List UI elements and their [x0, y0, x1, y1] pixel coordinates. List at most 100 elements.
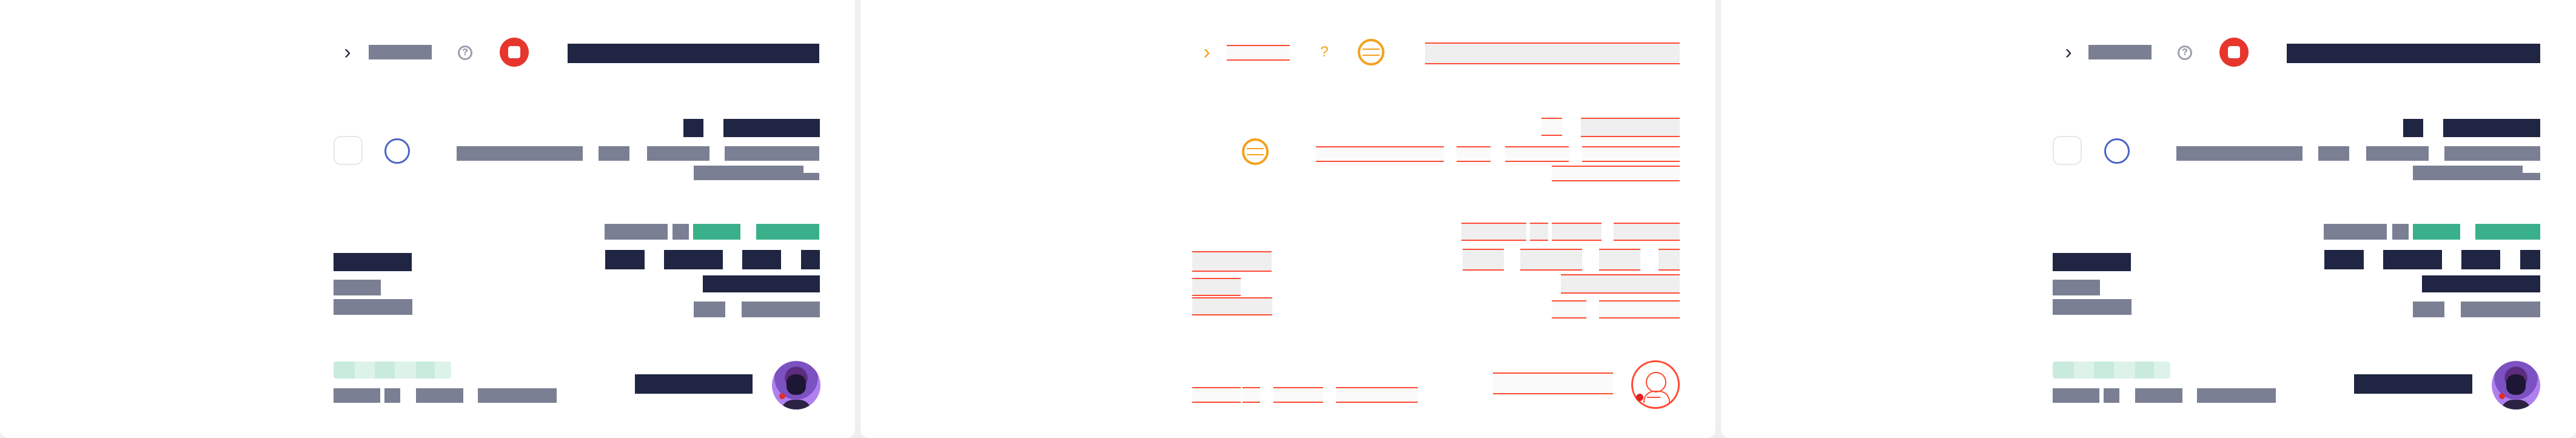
avatar[interactable]: [772, 361, 820, 409]
radio-button[interactable]: [2104, 138, 2130, 164]
stat-block-4: [801, 250, 820, 269]
footer-text-1: [2053, 388, 2099, 403]
footer-text-4: [478, 388, 557, 403]
stop-button[interactable]: [2219, 38, 2249, 67]
meta-outline-4: [1582, 146, 1680, 162]
breadcrumb-outline: [1227, 45, 1290, 61]
meta-text-6: [2413, 173, 2540, 180]
help-icon[interactable]: ?: [2178, 45, 2192, 60]
stat-outline-1: [1463, 249, 1504, 271]
status-dot: [2499, 393, 2505, 399]
left-label-1: [334, 253, 412, 271]
footer-outline-2: [1243, 387, 1260, 403]
stat-block-3: [742, 250, 781, 269]
footer-outline-4: [1336, 387, 1418, 403]
middle-panel: › ?: [860, 0, 1716, 438]
breadcrumb-label-placeholder: [369, 45, 432, 59]
meta-text-2: [599, 146, 629, 161]
meta-text-1: [457, 146, 583, 161]
tag-green-2: [2475, 224, 2540, 240]
meta-outline-3: [1505, 146, 1569, 162]
left-label-3: [2053, 299, 2132, 315]
help-icon[interactable]: ?: [1318, 44, 1330, 61]
stat-outline-3: [1599, 249, 1640, 271]
avatar-status: [2499, 393, 2507, 399]
left-label-1: [2053, 253, 2131, 271]
tag-gray-1: [2324, 224, 2387, 240]
stat-block-3: [2461, 250, 2500, 269]
tag-gray-2: [2392, 224, 2409, 240]
avatar[interactable]: [2492, 361, 2540, 409]
header-block-small: [2403, 119, 2423, 137]
tag-outline-3: [1552, 223, 1602, 241]
header-block-small: [683, 119, 703, 137]
meta-text-6: [694, 173, 819, 180]
status-line: [1647, 397, 1660, 398]
header-title-placeholder: [568, 44, 819, 63]
stat-block-2: [664, 250, 723, 269]
tag-outline-1: [1461, 223, 1526, 241]
stat-block-1: [605, 250, 645, 269]
chevron-right-icon[interactable]: ›: [1200, 42, 1213, 62]
meta-outline-1: [1316, 146, 1444, 162]
footer-action-bar: [2354, 374, 2472, 394]
tag-gray-1: [605, 224, 668, 240]
meta-text-3: [2366, 146, 2429, 161]
avatar-status: [779, 393, 788, 399]
tag-green-2: [756, 224, 819, 240]
status-pill: [334, 362, 451, 379]
footer-text-3: [416, 388, 463, 403]
footer-outline-3: [1273, 387, 1323, 403]
right-panel: › ?: [1721, 0, 2576, 438]
checkbox[interactable]: [2053, 136, 2082, 165]
footer-action-outline: [1493, 372, 1613, 394]
header-title-placeholder: [2287, 44, 2540, 63]
footer-text-1: [334, 388, 380, 403]
meta-text-4: [725, 146, 819, 161]
avatar[interactable]: [1631, 360, 1680, 409]
meta-outline-2: [1457, 146, 1491, 162]
stat-block-2: [2383, 250, 2442, 269]
header-block-large: [2443, 119, 2540, 137]
small-gray-outline-2: [1599, 300, 1680, 318]
status-dot: [1636, 394, 1643, 401]
left-label-outline-3: [1192, 297, 1272, 315]
meta-text-2: [2318, 146, 2349, 161]
radio-button[interactable]: [384, 138, 410, 164]
footer-text-3: [2135, 388, 2182, 403]
footer-text-2: [384, 388, 400, 403]
stat-block-4: [2520, 250, 2540, 269]
footer-text-4: [2197, 388, 2276, 403]
meta-text-1: [2176, 146, 2303, 161]
checkbox[interactable]: [334, 136, 363, 165]
chevron-right-icon[interactable]: ›: [340, 42, 355, 62]
footer-outline-1: [1192, 387, 1241, 403]
left-panel: › ?: [0, 0, 855, 438]
stat-outline-4: [1659, 249, 1680, 271]
left-label-3: [334, 299, 412, 315]
stop-icon: [2228, 46, 2240, 58]
help-icon[interactable]: ?: [458, 45, 472, 60]
tag-outline-2: [1530, 223, 1548, 241]
tag-outline-4: [1614, 223, 1680, 241]
tag-green-1: [693, 224, 740, 240]
stop-button[interactable]: [500, 38, 529, 67]
stop-icon[interactable]: [1358, 39, 1384, 66]
left-label-2: [2053, 280, 2100, 295]
left-label-2: [334, 280, 381, 295]
left-label-outline-1: [1192, 251, 1272, 272]
avatar-status: [1636, 394, 1664, 401]
stat-summary-outline: [1561, 274, 1680, 294]
status-dot: [779, 393, 785, 399]
status-pill: [2053, 362, 2170, 379]
meta-outline-5: [1552, 166, 1680, 181]
meta-text-4: [2444, 146, 2540, 161]
small-gray-1: [2413, 302, 2444, 317]
chevron-right-icon[interactable]: ›: [2061, 42, 2076, 62]
breadcrumb-label-placeholder: [2088, 45, 2152, 59]
footer-action-bar: [635, 374, 753, 394]
small-gray-2: [2461, 302, 2540, 317]
footer-text-2: [2104, 388, 2119, 403]
tag-gray-2: [673, 224, 689, 240]
radio-icon[interactable]: [1242, 138, 1269, 165]
